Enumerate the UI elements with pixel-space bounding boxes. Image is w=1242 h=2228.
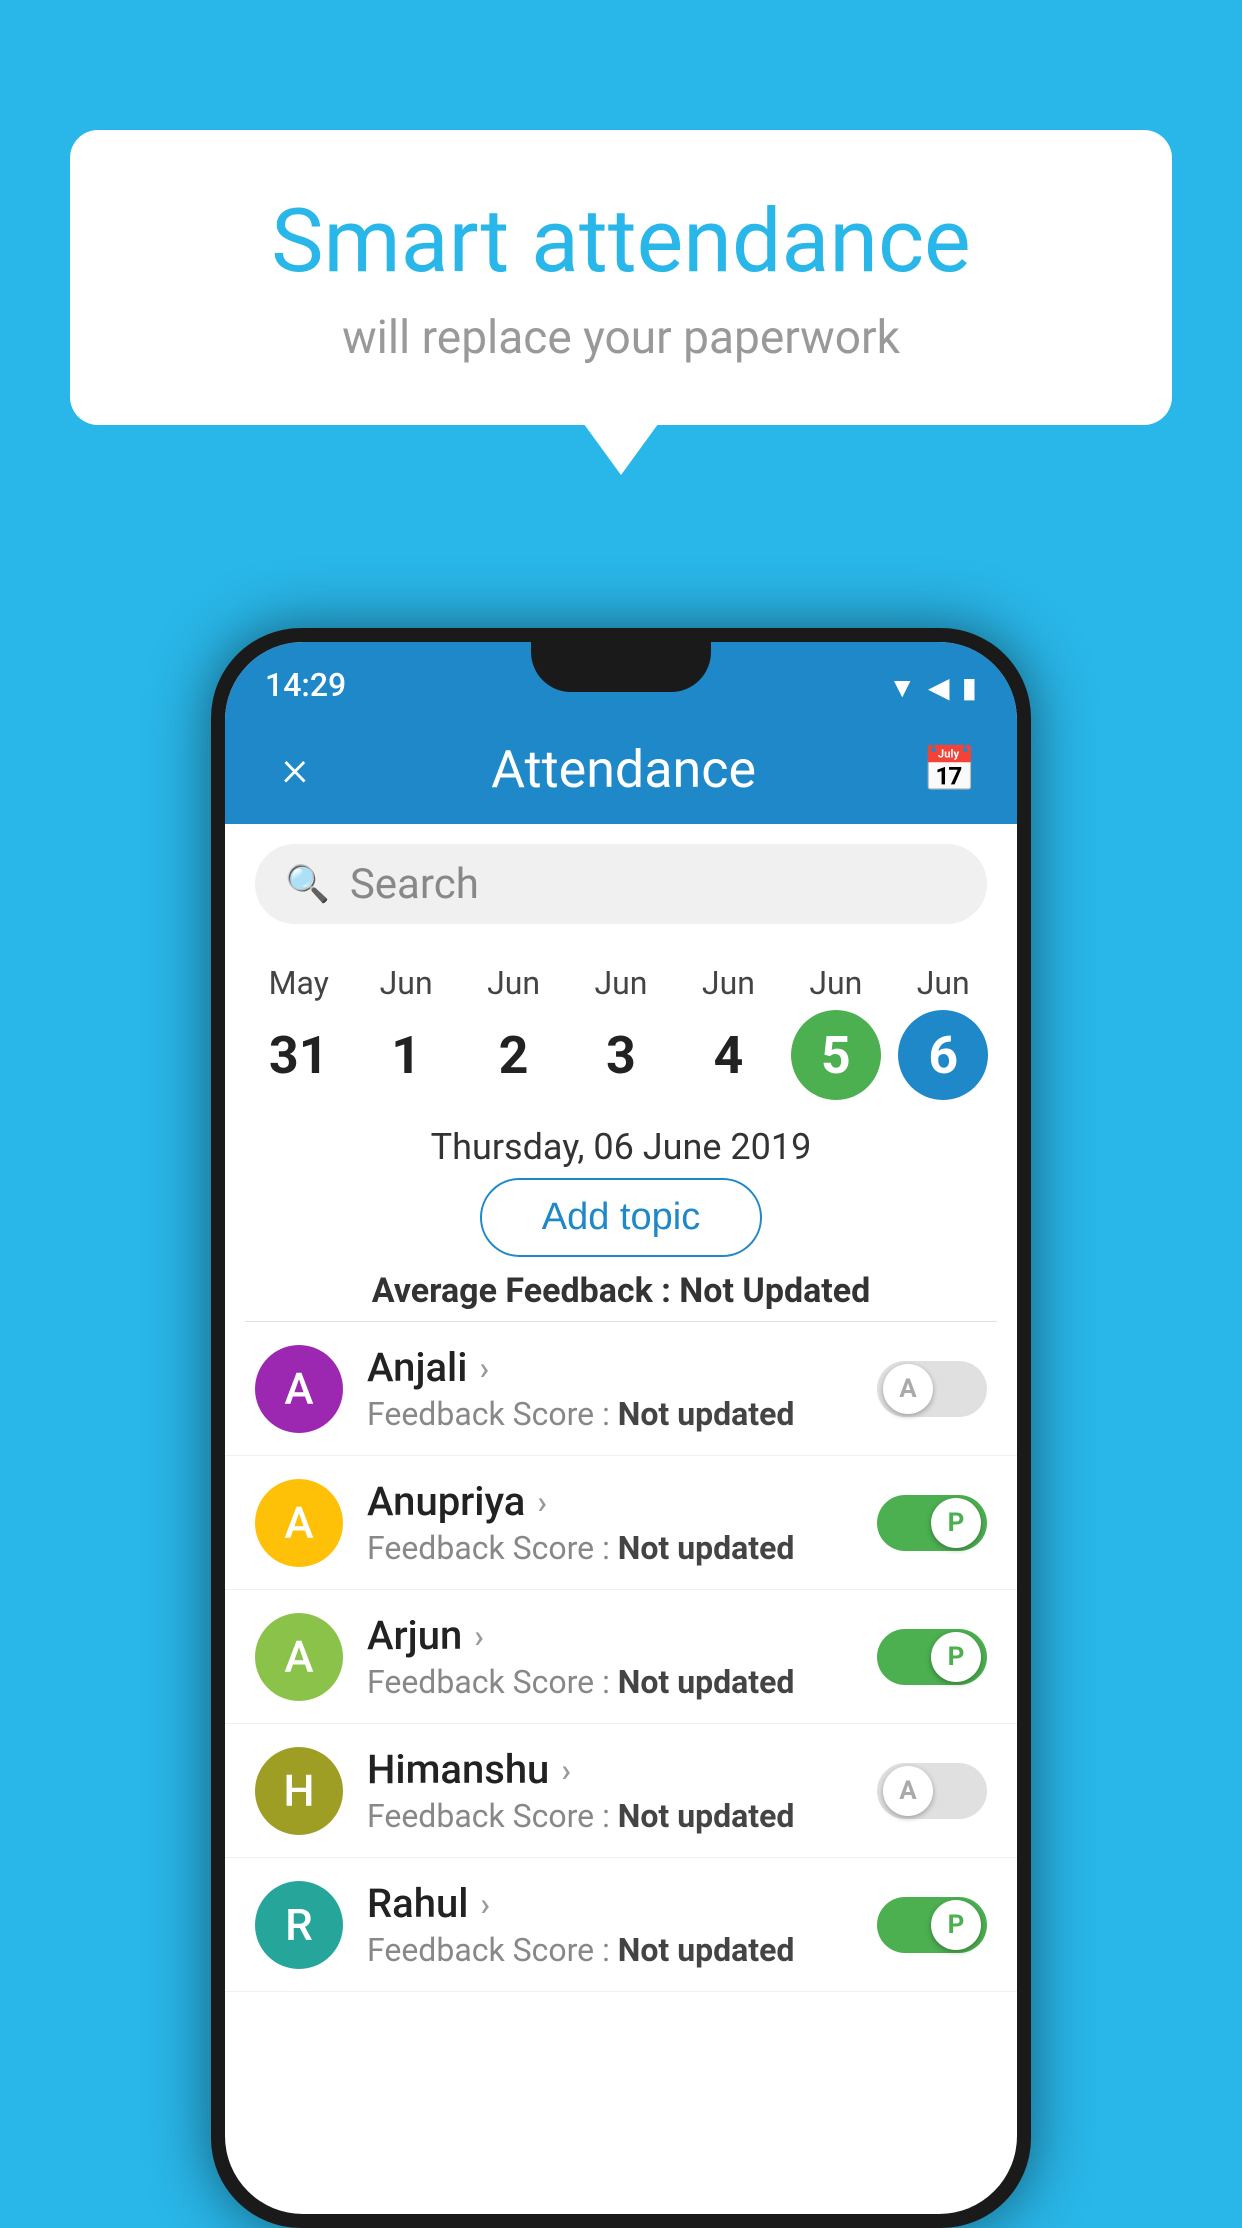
toggle-knob: A (883, 1364, 933, 1414)
feedback-score: Feedback Score : Not updated (367, 1797, 853, 1835)
avg-feedback-label: Average Feedback : (372, 1271, 680, 1311)
date-month: Jun (917, 964, 970, 1002)
toggle-knob: A (883, 1766, 933, 1816)
feedback-score: Feedback Score : Not updated (367, 1931, 853, 1969)
date-month: Jun (487, 964, 540, 1002)
student-info: Anjali › Feedback Score : Not updated (367, 1344, 853, 1433)
speech-bubble-title: Smart attendance (150, 190, 1092, 293)
avatar: A (255, 1613, 343, 1701)
date-month: Jun (702, 964, 755, 1002)
student-name[interactable]: Arjun › (367, 1612, 853, 1659)
feedback-score: Feedback Score : Not updated (367, 1529, 853, 1567)
student-row: H Himanshu › Feedback Score : Not updated A (225, 1724, 1017, 1858)
status-icons: ▼ ◀ ▮ (888, 671, 977, 704)
feedback-score: Feedback Score : Not updated (367, 1663, 853, 1701)
attendance-toggle[interactable]: P (877, 1495, 987, 1551)
student-name[interactable]: Anjali › (367, 1344, 853, 1391)
chevron-right-icon: › (474, 1617, 484, 1655)
attendance-toggle[interactable]: P (877, 1629, 987, 1685)
date-month: Jun (380, 964, 433, 1002)
feedback-score: Feedback Score : Not updated (367, 1395, 853, 1433)
battery-icon: ▮ (962, 671, 977, 704)
chevron-right-icon: › (480, 1885, 490, 1923)
date-item[interactable]: Jun 4 (683, 964, 773, 1100)
avg-feedback-value: Not Updated (679, 1271, 870, 1311)
date-number: 1 (361, 1010, 451, 1100)
attendance-toggle[interactable]: A (877, 1763, 987, 1819)
chevron-right-icon: › (561, 1751, 571, 1789)
date-month: Jun (809, 964, 862, 1002)
attendance-toggle[interactable]: A (877, 1361, 987, 1417)
student-info: Rahul › Feedback Score : Not updated (367, 1880, 853, 1969)
signal-icon: ◀ (928, 671, 950, 704)
date-number: 4 (683, 1010, 773, 1100)
date-item[interactable]: Jun 6 (898, 964, 988, 1100)
student-info: Himanshu › Feedback Score : Not updated (367, 1746, 853, 1835)
date-item[interactable]: May 31 (254, 964, 344, 1100)
date-strip: May 31 Jun 1 Jun 2 Jun 3 Jun 4 Jun 5 Jun 6 (225, 944, 1017, 1110)
chevron-right-icon: › (537, 1483, 547, 1521)
date-number: 3 (576, 1010, 666, 1100)
phone-notch (531, 642, 711, 692)
header-title: Attendance (491, 739, 756, 800)
status-time: 14:29 (265, 666, 346, 704)
search-placeholder: Search (350, 860, 479, 909)
avatar: A (255, 1345, 343, 1433)
toggle-knob: P (931, 1632, 981, 1682)
date-item[interactable]: Jun 5 (791, 964, 881, 1100)
student-row: A Anupriya › Feedback Score : Not updated P (225, 1456, 1017, 1590)
avatar: R (255, 1881, 343, 1969)
phone-screen: 14:29 ▼ ◀ ▮ × Attendance 📅 🔍 Search May 3… (225, 642, 1017, 2214)
add-topic-button[interactable]: Add topic (480, 1178, 762, 1257)
attendance-toggle[interactable]: P (877, 1897, 987, 1953)
chevron-right-icon: › (479, 1349, 489, 1387)
student-name[interactable]: Anupriya › (367, 1478, 853, 1525)
calendar-icon[interactable]: 📅 (922, 743, 977, 795)
avatar: A (255, 1479, 343, 1567)
app-header: × Attendance 📅 (225, 714, 1017, 824)
wifi-icon: ▼ (888, 671, 916, 704)
avg-feedback: Average Feedback : Not Updated (225, 1271, 1017, 1311)
date-item[interactable]: Jun 3 (576, 964, 666, 1100)
date-month: Jun (594, 964, 647, 1002)
speech-bubble: Smart attendance will replace your paper… (70, 130, 1172, 425)
date-item[interactable]: Jun 2 (469, 964, 559, 1100)
student-row: A Arjun › Feedback Score : Not updated P (225, 1590, 1017, 1724)
phone-frame: 14:29 ▼ ◀ ▮ × Attendance 📅 🔍 Search May 3… (211, 628, 1031, 2228)
student-row: R Rahul › Feedback Score : Not updated P (225, 1858, 1017, 1992)
date-number: 31 (254, 1010, 344, 1100)
date-number: 2 (469, 1010, 559, 1100)
search-bar[interactable]: 🔍 Search (255, 844, 987, 924)
student-name[interactable]: Himanshu › (367, 1746, 853, 1793)
date-item[interactable]: Jun 1 (361, 964, 451, 1100)
student-name[interactable]: Rahul › (367, 1880, 853, 1927)
toggle-knob: P (931, 1498, 981, 1548)
student-row: A Anjali › Feedback Score : Not updated A (225, 1322, 1017, 1456)
toggle-knob: P (931, 1900, 981, 1950)
avatar: H (255, 1747, 343, 1835)
student-info: Arjun › Feedback Score : Not updated (367, 1612, 853, 1701)
search-icon: 🔍 (285, 863, 330, 905)
student-list: AAnjali ›Feedback Score : Not updatedAAA… (225, 1322, 1017, 1992)
selected-date: Thursday, 06 June 2019 (225, 1126, 1017, 1168)
date-number: 5 (791, 1010, 881, 1100)
date-month: May (269, 964, 329, 1002)
close-button[interactable]: × (265, 740, 325, 798)
student-info: Anupriya › Feedback Score : Not updated (367, 1478, 853, 1567)
speech-bubble-subtitle: will replace your paperwork (150, 311, 1092, 365)
date-number: 6 (898, 1010, 988, 1100)
